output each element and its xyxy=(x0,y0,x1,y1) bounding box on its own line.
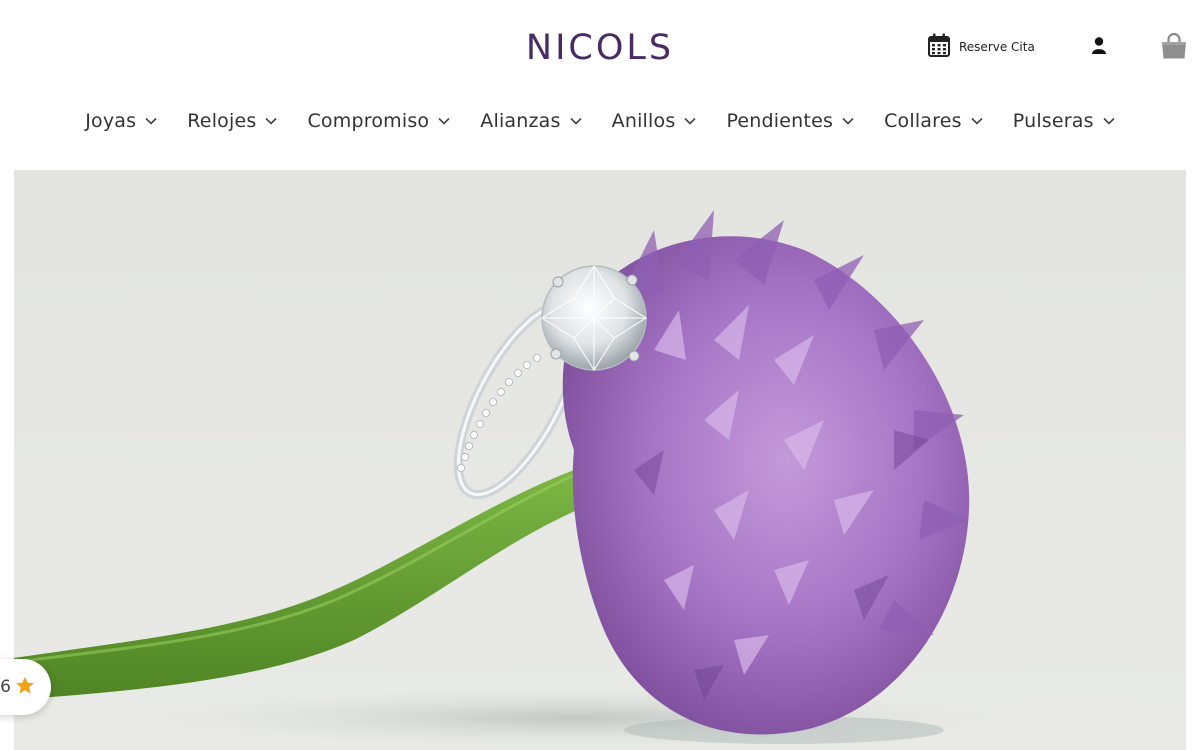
account-button[interactable] xyxy=(1089,36,1109,56)
nav-item-alianzas[interactable]: Alianzas xyxy=(480,110,582,132)
user-icon xyxy=(1089,37,1109,60)
nav-item-compromiso[interactable]: Compromiso xyxy=(307,110,450,132)
chevron-down-icon xyxy=(265,117,278,125)
cart-button[interactable] xyxy=(1159,32,1189,62)
nav-item-label: Alianzas xyxy=(480,110,561,132)
chevron-down-icon xyxy=(570,117,582,125)
main-navigation: Joyas Relojes Compromiso Alianzas Anillo… xyxy=(0,104,1200,138)
nav-item-joyas[interactable]: Joyas xyxy=(85,110,157,132)
site-header: NICOLS Reserve Cita xyxy=(0,0,1200,170)
nav-item-relojes[interactable]: Relojes xyxy=(187,110,278,132)
reserve-appointment-button[interactable]: Reserve Cita xyxy=(928,33,1035,61)
nav-item-label: Pulseras xyxy=(1012,110,1094,132)
nav-item-label: Anillos xyxy=(611,110,676,132)
chevron-down-icon xyxy=(971,117,983,125)
rating-value: 6 xyxy=(0,677,11,697)
nav-item-anillos[interactable]: Anillos xyxy=(612,110,697,132)
shopping-bag-icon xyxy=(1159,32,1189,66)
nav-item-label: Pendientes xyxy=(726,110,834,132)
chevron-down-icon xyxy=(684,117,697,125)
reserve-appointment-label: Reserve Cita xyxy=(959,40,1035,54)
nav-item-label: Compromiso xyxy=(307,110,430,132)
hero-banner[interactable] xyxy=(14,170,1186,750)
page: NICOLS Reserve Cita Joyas Relojes Compro… xyxy=(0,0,1200,750)
chevron-down-icon xyxy=(438,117,450,125)
nav-item-pulseras[interactable]: Pulseras xyxy=(1013,110,1115,132)
calendar-icon xyxy=(928,33,950,61)
chevron-down-icon xyxy=(1103,117,1115,125)
nav-item-collares[interactable]: Collares xyxy=(884,110,983,132)
nav-item-pendientes[interactable]: Pendientes xyxy=(726,110,854,132)
chevron-down-icon xyxy=(842,117,854,125)
nav-item-label: Relojes xyxy=(187,110,257,132)
star-icon xyxy=(15,676,35,699)
nav-item-label: Collares xyxy=(884,110,962,132)
brand-logo[interactable]: NICOLS xyxy=(510,28,690,68)
chevron-down-icon xyxy=(145,117,157,125)
nav-item-label: Joyas xyxy=(85,110,137,132)
hero-image xyxy=(14,210,994,748)
